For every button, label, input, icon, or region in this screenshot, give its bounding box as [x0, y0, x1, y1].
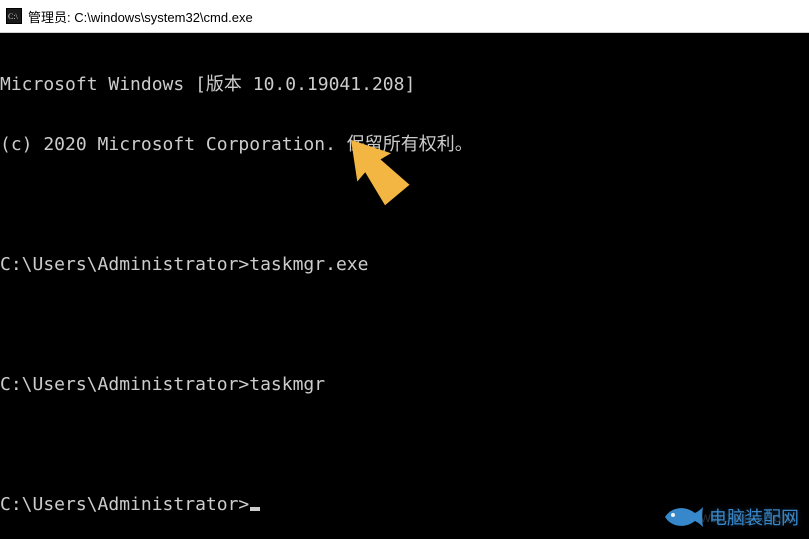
terminal-area[interactable]: Microsoft Windows [版本 10.0.19041.208] (c… — [0, 33, 809, 537]
blank-line — [0, 195, 809, 215]
titlebar: C:\ 管理员: C:\windows\system32\cmd.exe — [0, 0, 809, 33]
prompt-text: C:\Users\Administrator> — [0, 495, 249, 515]
blank-line — [0, 435, 809, 455]
watermark-text: 电脑装配网 — [709, 504, 799, 530]
svg-text:C:\: C:\ — [8, 12, 19, 21]
prompt-text: C:\Users\Administrator> — [0, 374, 249, 395]
prompt-line-1: C:\Users\Administrator>taskmgr.exe — [0, 255, 809, 275]
fish-icon — [663, 503, 703, 531]
watermark-brand: 电脑装配网 — [663, 503, 799, 531]
prompt-text: C:\Users\Administrator> — [0, 254, 249, 275]
cmd-icon: C:\ — [6, 8, 22, 24]
cursor — [250, 507, 260, 511]
command-text: taskmgr.exe — [249, 254, 368, 275]
prompt-line-2: C:\Users\Administrator>taskmgr — [0, 375, 809, 395]
command-text: taskmgr — [249, 374, 325, 395]
copyright-line: (c) 2020 Microsoft Corporation. 保留所有权利。 — [0, 135, 809, 155]
window-title: 管理员: C:\windows\system32\cmd.exe — [28, 7, 253, 26]
version-line: Microsoft Windows [版本 10.0.19041.208] — [0, 75, 809, 95]
blank-line — [0, 315, 809, 335]
